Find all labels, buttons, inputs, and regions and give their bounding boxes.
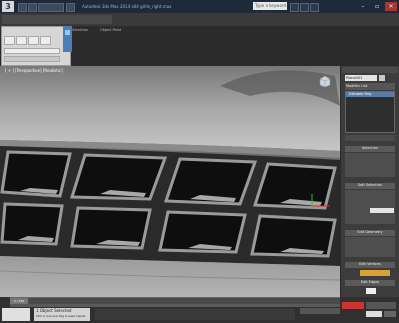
tab-object-paint[interactable]: Object Paint: [100, 26, 121, 34]
edit-geometry-rollout-body[interactable]: [345, 237, 395, 257]
rollout-edit-edges[interactable]: Edit Edges: [345, 280, 395, 286]
workspace-dropdown[interactable]: [38, 3, 64, 12]
color-swatch[interactable]: [366, 288, 376, 294]
rollout-edit-geometry[interactable]: Edit Geometry: [345, 230, 395, 236]
modify-selection-tool-icon[interactable]: [16, 36, 27, 45]
stack-item[interactable]: Editable Poly: [346, 92, 394, 97]
modifier-list-dropdown[interactable]: Modifier List: [345, 83, 395, 90]
attach-button[interactable]: [360, 270, 390, 276]
viewcube-icon[interactable]: [318, 75, 332, 88]
command-panel-tabs[interactable]: [342, 67, 398, 73]
ribbon-tab-bar: [0, 13, 399, 26]
ribbon-panel-title: [4, 56, 60, 62]
close-button[interactable]: ✕: [385, 2, 397, 11]
minimize-button[interactable]: –: [357, 2, 369, 11]
modifier-stack[interactable]: Editable Poly: [345, 91, 395, 133]
new-file-icon[interactable]: [18, 3, 27, 12]
open-file-icon[interactable]: [28, 3, 37, 12]
status-prompt: 1 Object Selected Click or click-and-dra…: [34, 308, 90, 321]
maxscript-listener[interactable]: [2, 308, 30, 321]
animation-controls: [342, 302, 397, 320]
current-frame-field[interactable]: [366, 311, 382, 317]
star-icon[interactable]: [300, 3, 309, 12]
polygon-modeling-tool-icon[interactable]: [4, 36, 15, 45]
stack-toolbar[interactable]: [345, 135, 395, 141]
rollout-soft-selection[interactable]: Soft Selection: [345, 183, 395, 189]
edit-tool-icon[interactable]: [28, 36, 39, 45]
selection-rollout-body[interactable]: [345, 153, 395, 177]
rollout-edit-vertices[interactable]: Edit Vertices: [345, 262, 395, 268]
maximize-button[interactable]: ▫: [371, 2, 383, 11]
app-logo-icon[interactable]: 3: [2, 1, 14, 12]
perspective-viewport[interactable]: [0, 66, 340, 297]
auto-key-button[interactable]: [342, 302, 364, 309]
tab-selection[interactable]: Selection: [72, 26, 88, 34]
soft-selection-rollout-body[interactable]: [345, 190, 395, 224]
binoculars-icon[interactable]: [290, 3, 299, 12]
prompt-line: [95, 309, 295, 320]
grille-render: [0, 66, 340, 297]
object-color-swatch[interactable]: [379, 75, 385, 81]
coordinate-display[interactable]: [300, 308, 340, 314]
playback-controls[interactable]: [366, 302, 396, 309]
falloff-spinner[interactable]: [370, 208, 394, 213]
viewport-label[interactable]: [ + ] [Perspective] [Realistic]: [5, 68, 63, 73]
ribbon-sub-toolbar[interactable]: [4, 48, 60, 54]
pin-icon[interactable]: [65, 30, 70, 35]
help-icon[interactable]: [310, 3, 319, 12]
prompt-hint: Click or click-and-drag to select object…: [36, 315, 86, 318]
undo-icon[interactable]: [66, 3, 75, 12]
object-name-field[interactable]: Plane001: [345, 75, 377, 81]
window-title: Autodesk 3ds Max 2014 x64 grille_right.m…: [82, 4, 172, 9]
search-input[interactable]: Type a keyword or phrase: [253, 2, 287, 16]
track-bar[interactable]: [10, 304, 340, 307]
rollout-selection[interactable]: Selection: [345, 146, 395, 152]
geometry-tool-icon[interactable]: [40, 36, 51, 45]
time-config-button[interactable]: [384, 311, 396, 317]
